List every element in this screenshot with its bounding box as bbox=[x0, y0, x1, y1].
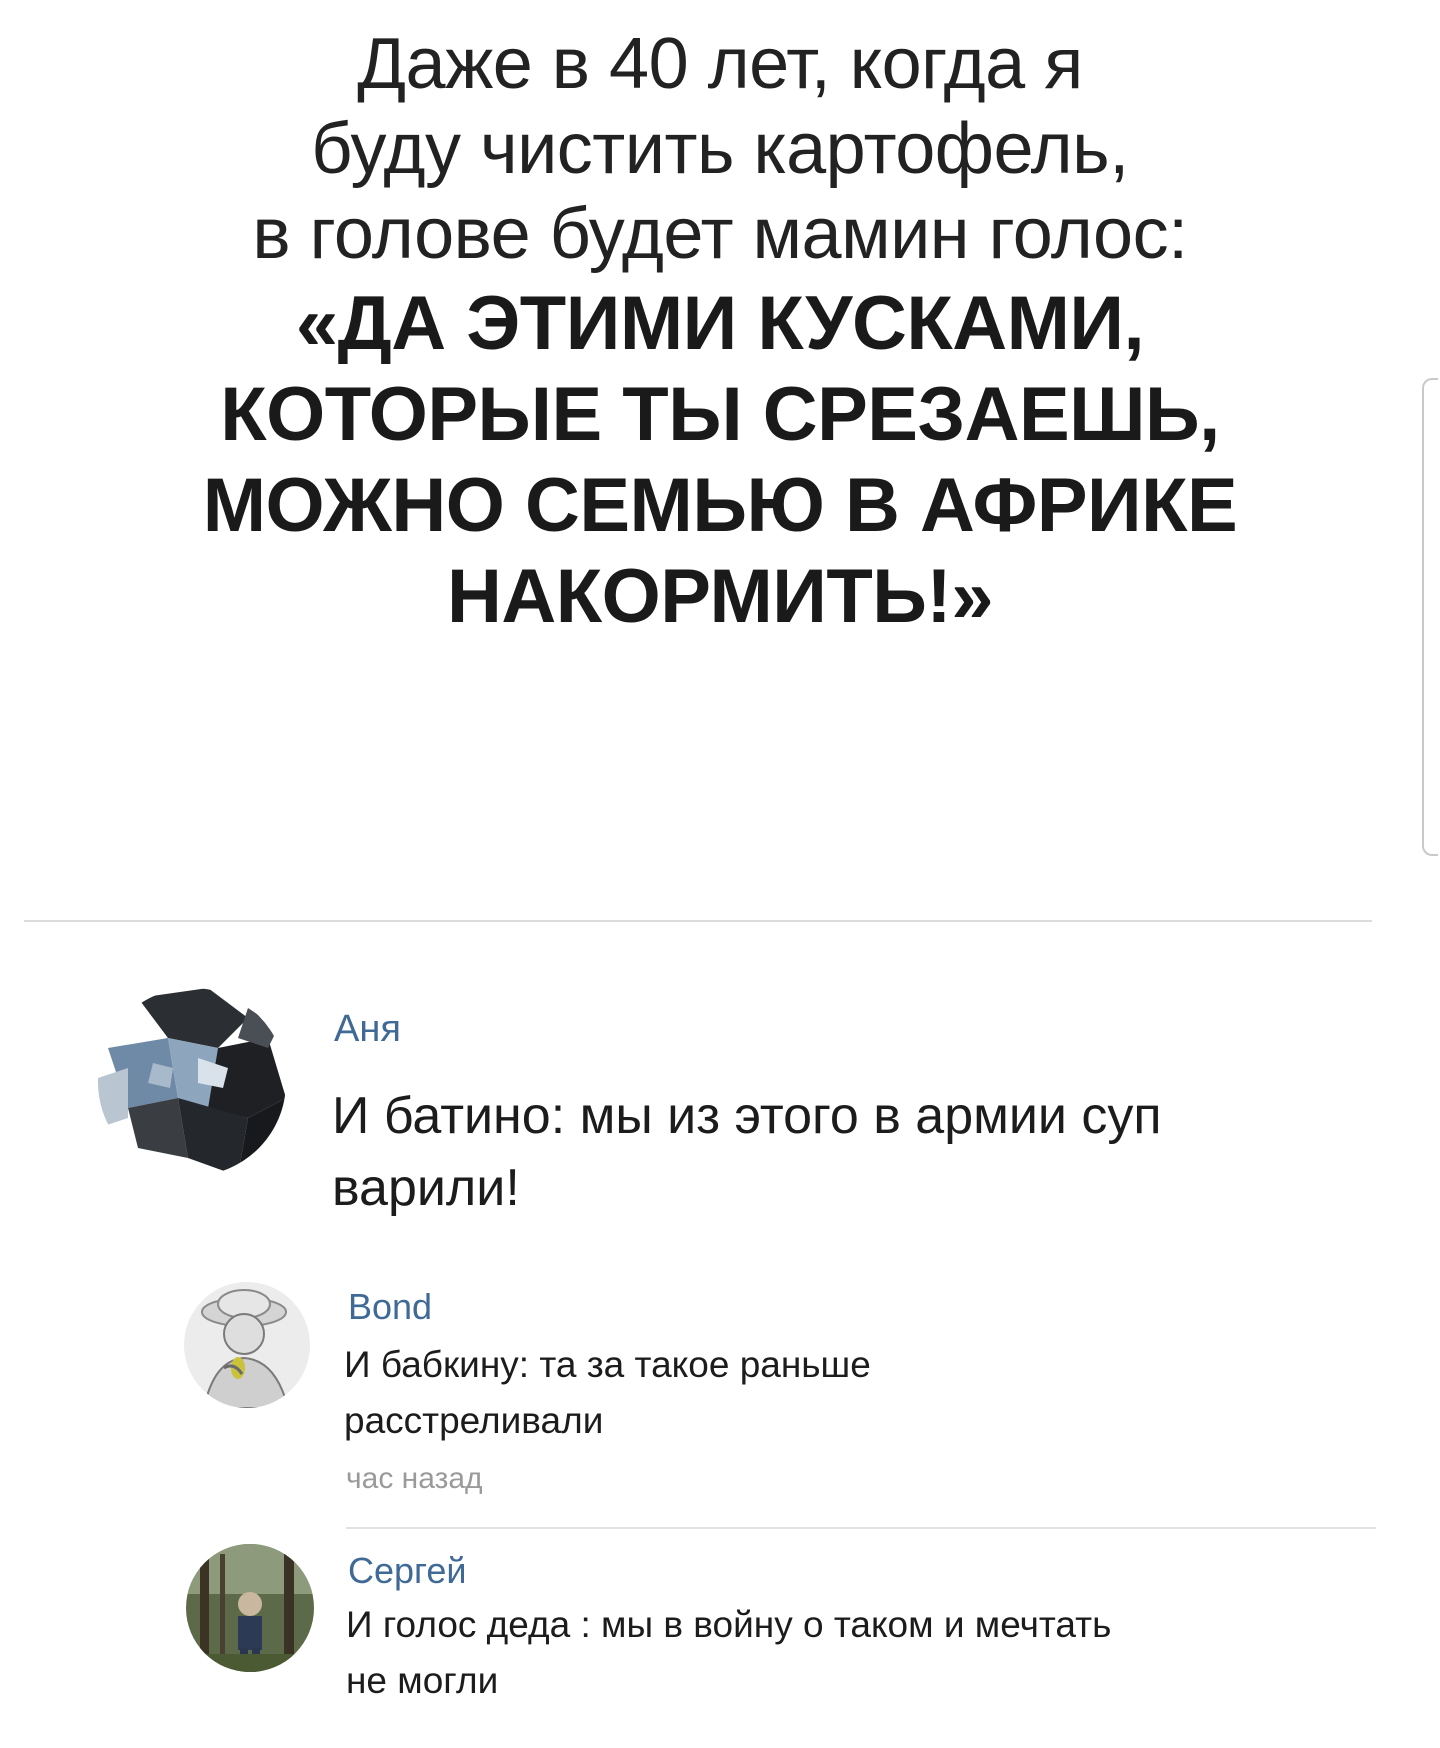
post-quote-line: МОЖНО СЕМЬЮ В АФРИКЕ bbox=[202, 463, 1238, 548]
comment-text: не могли bbox=[346, 1660, 499, 1701]
post-quote-line: КОТОРЫЕ ТЫ СРЕЗАЕШЬ, bbox=[220, 372, 1220, 457]
post-quote-line: «ДА ЭТИМИ КУСКАМИ, bbox=[295, 281, 1145, 366]
comment-text: И голос деда : мы в войну о таком и мечт… bbox=[346, 1604, 1112, 1645]
post-line: буду чистить картофель, bbox=[311, 109, 1129, 189]
avatar[interactable] bbox=[186, 1544, 314, 1672]
comment-text: И бабкину: та за такое раньше bbox=[344, 1344, 871, 1385]
comment-author[interactable]: Сергей bbox=[348, 1550, 467, 1592]
post-quote-line: НАКОРМИТЬ!» bbox=[446, 554, 994, 639]
comment-text: варили! bbox=[332, 1159, 520, 1217]
avatar[interactable] bbox=[98, 988, 286, 1176]
mosaic-photo-avatar-icon bbox=[98, 988, 286, 1176]
sketch-portrait-avatar-icon bbox=[184, 1282, 310, 1408]
divider bbox=[24, 920, 1372, 922]
divider bbox=[346, 1527, 1376, 1529]
comment-text: И батино: мы из этого в армии суп bbox=[332, 1087, 1162, 1145]
post-text: Даже в 40 лет, когда я буду чистить карт… bbox=[0, 22, 1440, 641]
post-line: Даже в 40 лет, когда я bbox=[357, 24, 1083, 104]
comment-author[interactable]: Bond bbox=[348, 1286, 432, 1328]
comment-timestamp[interactable]: час назад bbox=[346, 1462, 483, 1496]
avatar[interactable] bbox=[184, 1282, 310, 1408]
comment-text: расстреливали bbox=[344, 1400, 604, 1441]
scrollbar[interactable] bbox=[1422, 378, 1438, 856]
post-line: в голове будет мамин голос: bbox=[252, 194, 1188, 274]
forest-photo-avatar-icon bbox=[186, 1544, 314, 1672]
comment-author[interactable]: Аня bbox=[334, 1008, 401, 1051]
